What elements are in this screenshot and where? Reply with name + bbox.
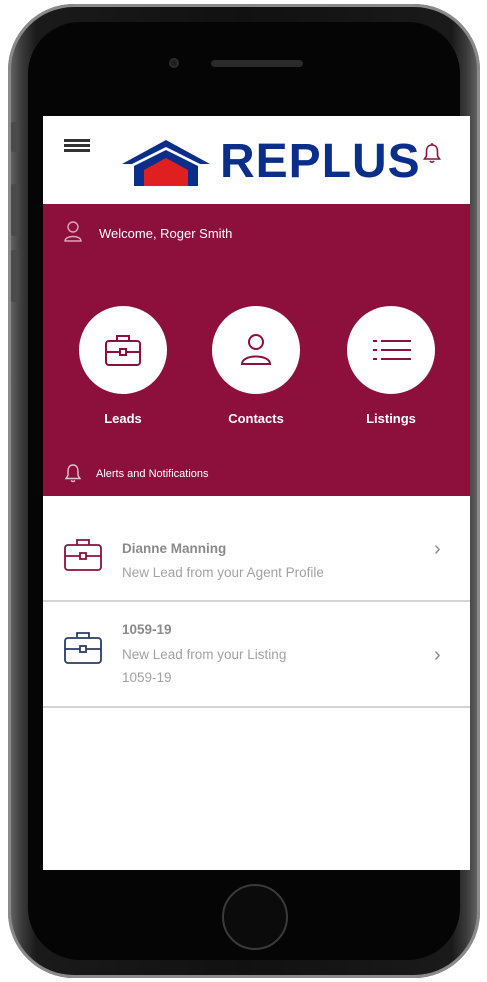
- contacts-button[interactable]: [212, 306, 300, 394]
- bell-icon[interactable]: [422, 142, 442, 164]
- notification-description: New Lead from your Listing: [122, 647, 287, 662]
- leads-label: Leads: [104, 411, 142, 426]
- bell-icon: [64, 464, 82, 483]
- brand-name: REPLUS: [220, 135, 421, 188]
- list-icon: [373, 340, 411, 360]
- notification-reference: 1059-19: [122, 670, 172, 685]
- front-camera: [169, 58, 179, 68]
- app-header: REPLUS: [43, 116, 470, 204]
- listings-label: Listings: [366, 411, 416, 426]
- house-logo-icon: [122, 140, 210, 186]
- notification-description: New Lead from your Agent Profile: [122, 565, 324, 580]
- person-icon: [240, 334, 272, 365]
- welcome-message: Welcome, Roger Smith: [99, 226, 233, 241]
- briefcase-icon: [105, 335, 141, 366]
- mute-switch: [11, 122, 17, 152]
- leads-button[interactable]: [79, 306, 167, 394]
- chevron-right-icon: ›: [434, 538, 441, 560]
- dashboard-panel: Welcome, Roger Smith Leads Contacts List…: [43, 204, 470, 496]
- notification-item[interactable]: Dianne Manning New Lead from your Agent …: [43, 496, 470, 602]
- user-icon: [64, 221, 82, 242]
- volume-down-button: [11, 250, 17, 302]
- notification-item[interactable]: 1059-19 New Lead from your Listing 1059-…: [43, 602, 470, 708]
- listings-button[interactable]: [347, 306, 435, 394]
- notification-title: Dianne Manning: [122, 541, 227, 556]
- briefcase-icon: [64, 632, 102, 664]
- notification-title: 1059-19: [122, 622, 172, 637]
- home-button[interactable]: [222, 884, 288, 950]
- replus-logo: REPLUS: [120, 136, 420, 188]
- app-screen: REPLUS Welcome, Roger Smith Leads Contac…: [43, 116, 470, 870]
- briefcase-icon: [64, 539, 102, 571]
- volume-up-button: [11, 184, 17, 236]
- contacts-label: Contacts: [228, 411, 284, 426]
- hamburger-menu-icon[interactable]: [64, 139, 90, 153]
- earpiece-speaker: [211, 60, 303, 67]
- chevron-right-icon: ›: [434, 644, 441, 666]
- alerts-and-notifications-label: Alerts and Notifications: [96, 468, 209, 480]
